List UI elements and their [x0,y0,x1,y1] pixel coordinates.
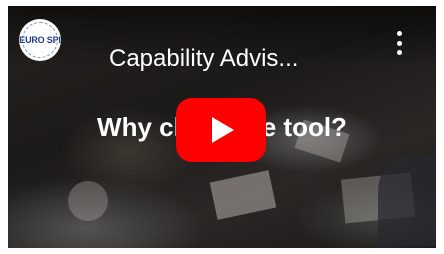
coffee-cup [68,181,108,221]
menu-dot [396,40,402,46]
channel-avatar[interactable]: EURO SPI [19,19,61,61]
paper-sheet [209,170,277,220]
youtube-play-icon[interactable] [176,98,266,162]
video-title[interactable]: Capability Advis... [109,45,298,73]
more-vert-icon[interactable] [387,28,411,58]
menu-dot [396,31,402,36]
video-player[interactable]: EURO SPI Capability Advis... Why ch e to… [8,6,436,248]
person-arm [378,156,436,246]
menu-dot [396,50,402,55]
channel-logo-text: EURO SPI [19,35,61,45]
